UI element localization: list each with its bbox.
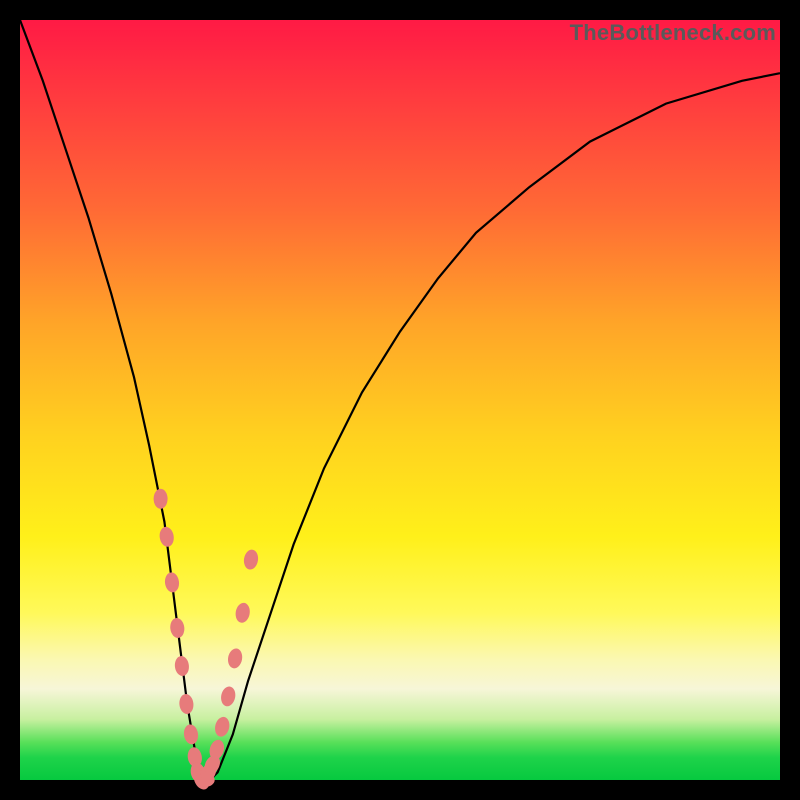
highlight-marker [169, 617, 185, 638]
highlight-marker-group [154, 489, 260, 792]
highlight-marker [158, 526, 175, 548]
highlight-marker [164, 572, 180, 593]
highlight-marker [226, 647, 243, 669]
highlight-marker [213, 715, 231, 738]
highlight-marker [178, 693, 194, 715]
highlight-marker [243, 549, 260, 571]
highlight-marker [174, 655, 190, 677]
bottleneck-curve [20, 20, 780, 780]
highlight-marker [154, 489, 168, 509]
highlight-marker [219, 685, 237, 707]
highlight-marker [183, 723, 200, 745]
chart-frame: TheBottleneck.com [20, 20, 780, 780]
highlight-marker [234, 602, 251, 624]
chart-svg [20, 20, 780, 780]
